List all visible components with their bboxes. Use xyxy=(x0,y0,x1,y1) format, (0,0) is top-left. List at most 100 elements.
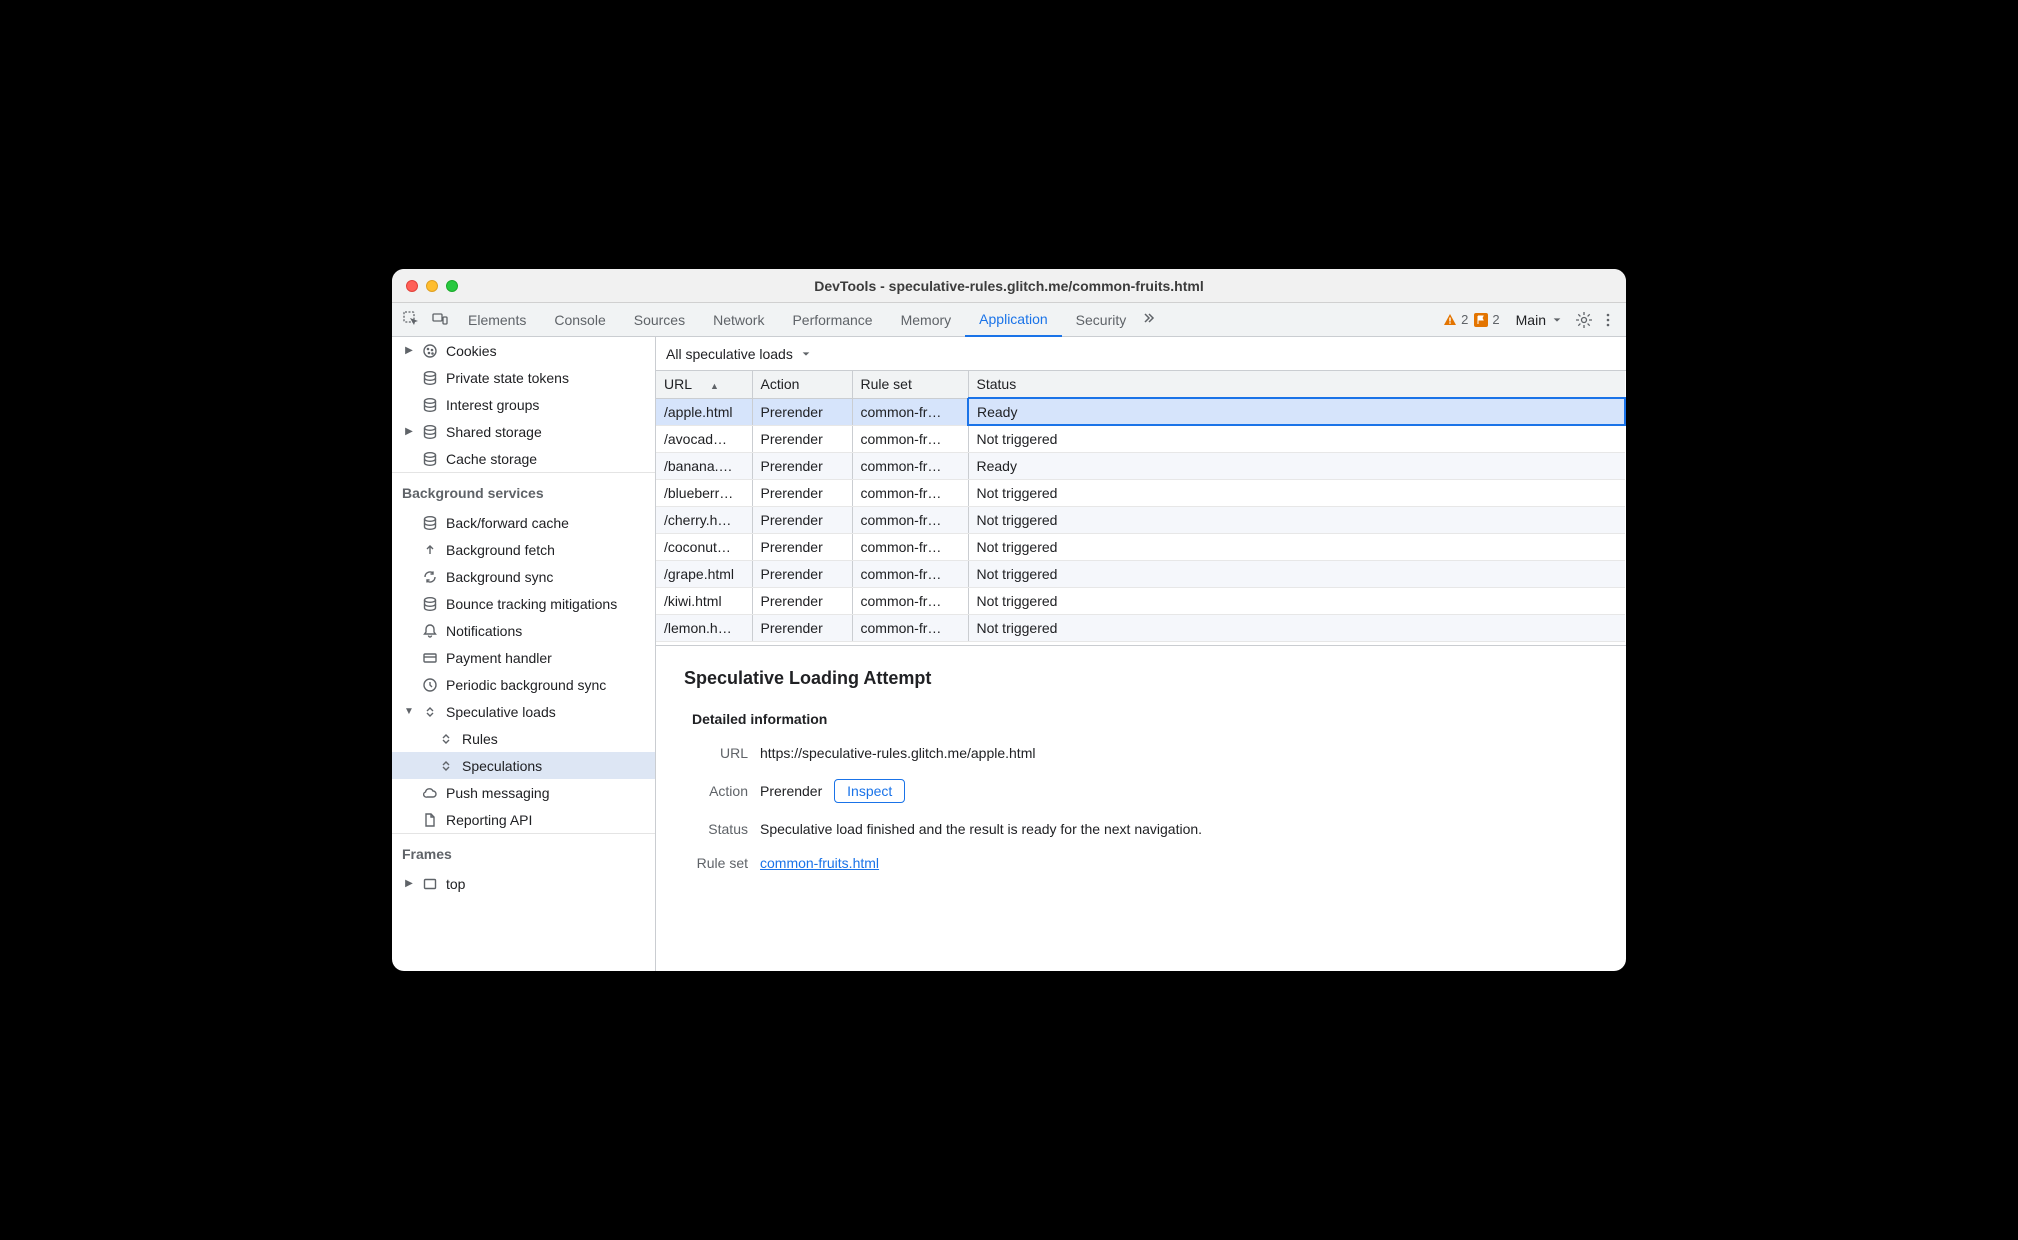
db-icon xyxy=(422,451,438,467)
sidebar-item-label: Back/forward cache xyxy=(446,515,569,531)
table-row[interactable]: /lemon.h… Prerender common-fr… Not trigg… xyxy=(656,614,1625,641)
cell-status: Ready xyxy=(968,398,1625,425)
target-dropdown-label: Main xyxy=(1516,312,1546,328)
col-url[interactable]: URL▲ xyxy=(656,371,752,398)
sidebar-item-background-fetch[interactable]: Background fetch xyxy=(392,536,655,563)
more-menu-icon[interactable] xyxy=(1596,312,1620,328)
db-icon xyxy=(422,424,438,440)
sidebar-item-periodic-background-sync[interactable]: Periodic background sync xyxy=(392,671,655,698)
sidebar-item-background-sync[interactable]: Background sync xyxy=(392,563,655,590)
sidebar-item-rules[interactable]: Rules xyxy=(392,725,655,752)
col-status[interactable]: Status xyxy=(968,371,1625,398)
tab-network[interactable]: Network xyxy=(699,303,778,336)
table-row[interactable]: /coconut… Prerender common-fr… Not trigg… xyxy=(656,533,1625,560)
cell-url: /banana.… xyxy=(656,452,752,479)
cell-ruleset: common-fr… xyxy=(852,425,968,452)
cell-status: Not triggered xyxy=(968,425,1625,452)
cell-url: /avocad… xyxy=(656,425,752,452)
disclosure-triangle[interactable]: ▶ xyxy=(404,345,414,356)
cell-status: Not triggered xyxy=(968,533,1625,560)
cloud-icon xyxy=(422,785,438,801)
target-dropdown[interactable]: Main xyxy=(1516,312,1562,328)
card-icon xyxy=(422,650,438,666)
cell-status: Not triggered xyxy=(968,587,1625,614)
updown-icon xyxy=(438,758,454,774)
main-panel: All speculative loads URL▲ Action Rule s… xyxy=(656,337,1626,971)
sidebar-item-private-state-tokens[interactable]: Private state tokens xyxy=(392,364,655,391)
sidebar-item-speculative-loads[interactable]: ▼Speculative loads xyxy=(392,698,655,725)
minimize-window-button[interactable] xyxy=(426,280,438,292)
table-row[interactable]: /avocad… Prerender common-fr… Not trigge… xyxy=(656,425,1625,452)
speculations-table: URL▲ Action Rule set Status /apple.html … xyxy=(656,371,1626,646)
window-titlebar: DevTools - speculative-rules.glitch.me/c… xyxy=(392,269,1626,303)
sidebar-item-back-forward-cache[interactable]: Back/forward cache xyxy=(392,509,655,536)
tab-elements[interactable]: Elements xyxy=(454,303,540,336)
table-row[interactable]: /cherry.h… Prerender common-fr… Not trig… xyxy=(656,506,1625,533)
sidebar-item-cookies[interactable]: ▶Cookies xyxy=(392,337,655,364)
warnings-indicator[interactable]: 2 xyxy=(1443,312,1468,327)
cell-status: Ready xyxy=(968,452,1625,479)
cell-action: Prerender xyxy=(752,506,852,533)
cell-action: Prerender xyxy=(752,587,852,614)
cell-action: Prerender xyxy=(752,398,852,425)
sidebar-item-shared-storage[interactable]: ▶Shared storage xyxy=(392,418,655,445)
more-tabs-button[interactable] xyxy=(1140,310,1156,329)
bell-icon xyxy=(422,623,438,639)
cell-url: /lemon.h… xyxy=(656,614,752,641)
table-row[interactable]: /kiwi.html Prerender common-fr… Not trig… xyxy=(656,587,1625,614)
table-row[interactable]: /grape.html Prerender common-fr… Not tri… xyxy=(656,560,1625,587)
filter-label: All speculative loads xyxy=(666,346,793,362)
sidebar-item-reporting-api[interactable]: Reporting API xyxy=(392,806,655,833)
sidebar-item-label: Notifications xyxy=(446,623,522,639)
frame-icon xyxy=(422,876,438,892)
cell-ruleset: common-fr… xyxy=(852,560,968,587)
sidebar-item-payment-handler[interactable]: Payment handler xyxy=(392,644,655,671)
detail-status-label: Status xyxy=(692,821,748,837)
tab-application[interactable]: Application xyxy=(965,303,1062,337)
cell-action: Prerender xyxy=(752,479,852,506)
tab-console[interactable]: Console xyxy=(540,303,619,336)
sidebar-item-cache-storage[interactable]: Cache storage xyxy=(392,445,655,472)
sidebar-item-interest-groups[interactable]: Interest groups xyxy=(392,391,655,418)
tab-sources[interactable]: Sources xyxy=(620,303,699,336)
settings-icon[interactable] xyxy=(1572,311,1596,329)
updown-icon xyxy=(438,731,454,747)
col-action[interactable]: Action xyxy=(752,371,852,398)
inspect-element-icon[interactable] xyxy=(398,303,426,336)
disclosure-triangle[interactable]: ▶ xyxy=(404,426,414,437)
detail-ruleset-link[interactable]: common-fruits.html xyxy=(760,855,879,871)
sidebar-item-top[interactable]: ▶top xyxy=(392,870,655,897)
inspect-button[interactable]: Inspect xyxy=(834,779,905,803)
tab-security[interactable]: Security xyxy=(1062,303,1141,336)
issues-indicator[interactable]: 2 xyxy=(1474,312,1499,327)
cell-url: /grape.html xyxy=(656,560,752,587)
cell-ruleset: common-fr… xyxy=(852,398,968,425)
sidebar-item-push-messaging[interactable]: Push messaging xyxy=(392,779,655,806)
table-row[interactable]: /apple.html Prerender common-fr… Ready xyxy=(656,398,1625,425)
sidebar-item-notifications[interactable]: Notifications xyxy=(392,617,655,644)
clock-icon xyxy=(422,677,438,693)
details-pane: Speculative Loading Attempt Detailed inf… xyxy=(656,646,1626,971)
disclosure-triangle[interactable]: ▼ xyxy=(404,706,414,717)
disclosure-triangle[interactable]: ▶ xyxy=(404,878,414,889)
detail-ruleset-label: Rule set xyxy=(692,855,748,871)
close-window-button[interactable] xyxy=(406,280,418,292)
maximize-window-button[interactable] xyxy=(446,280,458,292)
sync-icon xyxy=(422,569,438,585)
col-ruleset[interactable]: Rule set xyxy=(852,371,968,398)
cell-action: Prerender xyxy=(752,533,852,560)
filter-dropdown[interactable]: All speculative loads xyxy=(656,337,1626,371)
sidebar-item-label: Reporting API xyxy=(446,812,532,828)
device-toolbar-icon[interactable] xyxy=(426,303,454,336)
tab-memory[interactable]: Memory xyxy=(887,303,966,336)
sort-asc-icon: ▲ xyxy=(710,381,719,391)
panel-tabs: Elements Console Sources Network Perform… xyxy=(392,303,1626,337)
sidebar-item-bounce-tracking-mitigations[interactable]: Bounce tracking mitigations xyxy=(392,590,655,617)
table-row[interactable]: /banana.… Prerender common-fr… Ready xyxy=(656,452,1625,479)
tab-performance[interactable]: Performance xyxy=(778,303,886,336)
table-row[interactable]: /blueberr… Prerender common-fr… Not trig… xyxy=(656,479,1625,506)
updown-icon xyxy=(422,704,438,720)
sidebar-item-speculations[interactable]: Speculations xyxy=(392,752,655,779)
cell-action: Prerender xyxy=(752,452,852,479)
cell-action: Prerender xyxy=(752,614,852,641)
